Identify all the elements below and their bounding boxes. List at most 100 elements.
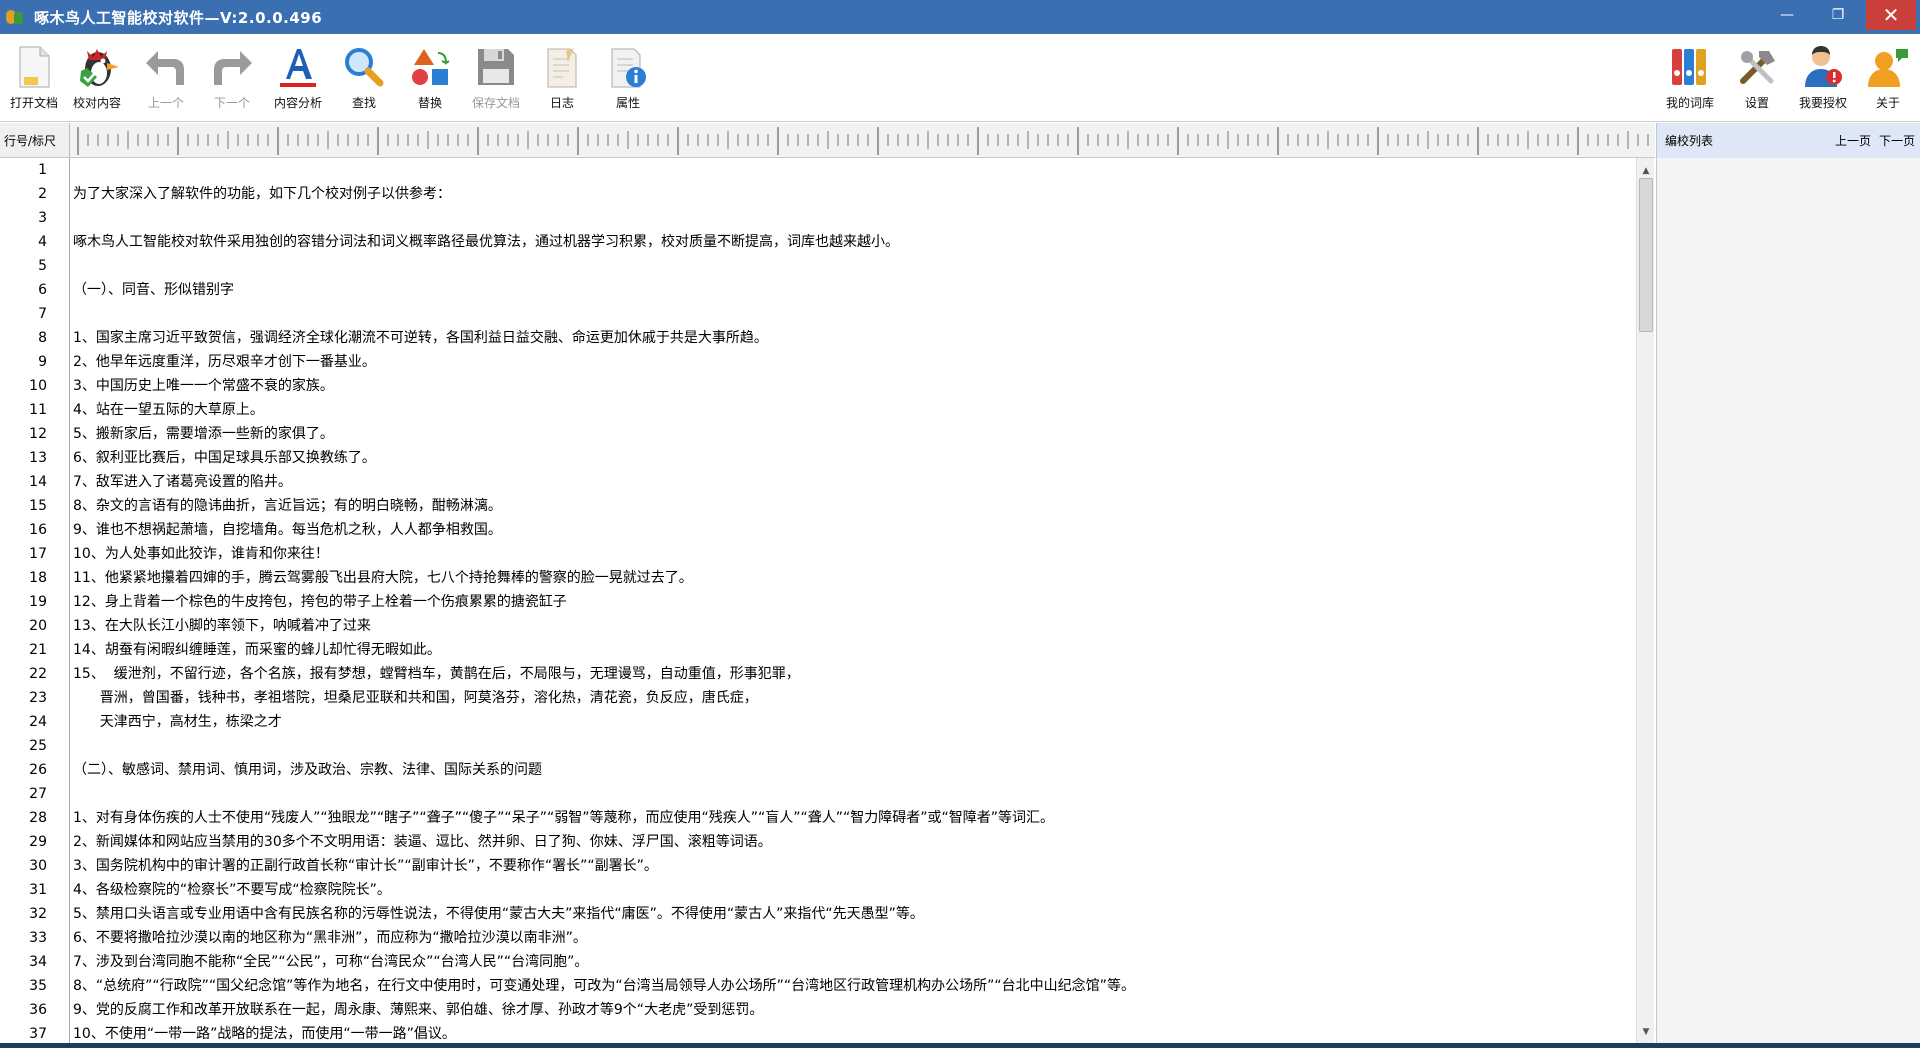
line-number: 32 [29, 906, 47, 922]
text-line[interactable]: 1、对有身体伤疾的人士不使用“残废人”“独眼龙”“瞎子”“聋子”“傻子”“呆子”… [71, 806, 1636, 830]
line-number: 6 [38, 282, 47, 298]
text-line[interactable]: 7、涉及到台湾同胞不能称“全民”“公民”，可称“台湾民众”“台湾人民”“台湾同胞… [71, 950, 1636, 974]
settings-button[interactable]: 设置 [1724, 44, 1790, 120]
line-number: 21 [29, 642, 47, 658]
proofread-content-button[interactable]: 校对内容 [64, 44, 130, 120]
gutter-header: 行号/标尺 [0, 123, 70, 158]
text-line[interactable]: 2、他早年远度重洋，历尽艰辛才创下一番基业。 [71, 350, 1636, 374]
authorize-button[interactable]: 我要授权 [1790, 44, 1856, 120]
text-line[interactable] [71, 302, 1636, 326]
text-line[interactable]: 13、在大队长江小脚的率领下，呐喊着冲了过来 [71, 614, 1636, 638]
text-line[interactable]: 7、敌军进入了诸葛亮设置的陷井。 [71, 470, 1636, 494]
text-line[interactable]: 9、谁也不想祸起萧墙，自挖墙角。每当危机之秋，人人都争相救国。 [71, 518, 1636, 542]
text-line[interactable] [71, 206, 1636, 230]
text-line[interactable]: 3、国务院机构中的审计署的正副行政首长称“审计长”“副审计长”，不要称作“署长”… [71, 854, 1636, 878]
log-icon [538, 44, 586, 90]
side-panel-header: 编校列表 上一页 下一页 [1656, 123, 1920, 158]
line-number: 28 [29, 810, 47, 826]
text-line[interactable]: 6、不要将撒哈拉沙漠以南的地区称为“黑非洲”，而应称为“撒哈拉沙漠以南非洲”。 [71, 926, 1636, 950]
line-number: 26 [29, 762, 47, 778]
line-number: 19 [29, 594, 47, 610]
line-number: 7 [38, 306, 47, 322]
text-line[interactable]: （一）、同音、形似错别字 [71, 278, 1636, 302]
text-line[interactable] [71, 158, 1636, 182]
text-line[interactable]: 10、不使用“一带一路”战略的提法，而使用“一带一路”倡议。 [71, 1022, 1636, 1043]
text-line[interactable]: 2、新闻媒体和网站应当禁用的30多个不文明用语：装逼、逗比、然并卵、日了狗、你妹… [71, 830, 1636, 854]
log-button[interactable]: 日志 [529, 44, 595, 120]
about-button[interactable]: 关于 [1855, 44, 1920, 120]
content-analysis-icon [274, 44, 322, 90]
text-line[interactable]: 10、为人处事如此狡诈，谁肯和你来往！ [71, 542, 1636, 566]
document-editor[interactable]: 为了大家深入了解软件的功能，如下几个校对例子以供参考： 啄木鸟人工智能校对软件采用… [71, 158, 1636, 1043]
next-button[interactable]: 下一个 [199, 44, 265, 120]
my-dictionary-label: 我的词库 [1665, 96, 1714, 110]
text-line[interactable]: （二）、敏感词、禁用词、慎用词，涉及政治、宗教、法律、国际关系的问题 [71, 758, 1636, 782]
app-logo-icon [4, 6, 26, 28]
replace-label: 替换 [417, 96, 442, 110]
text-line[interactable]: 8、杂文的言语有的隐讳曲折，言近旨远；有的明白晓畅，酣畅淋漓。 [71, 494, 1636, 518]
taskbar-strip [0, 1043, 1920, 1048]
ruler [70, 123, 1655, 158]
line-number: 36 [29, 1002, 47, 1018]
text-line[interactable] [71, 734, 1636, 758]
line-number: 12 [29, 426, 47, 442]
text-line[interactable]: 9、党的反腐工作和改革开放联系在一起，周永康、薄熙来、郭伯雄、徐才厚、孙政才等9… [71, 998, 1636, 1022]
text-line[interactable]: 1、国家主席习近平致贺信，强调经济全球化潮流不可逆转，各国利益日益交融、命运更加… [71, 326, 1636, 350]
previous-button[interactable]: 上一个 [133, 44, 199, 120]
save-document-button[interactable]: 保存文档 [463, 44, 529, 120]
toolbar: 打开文档 校对内容 上一个 下一个 内容分析 查找 替换 保存文档 日志 属性 … [0, 34, 1920, 122]
properties-label: 属性 [615, 96, 640, 110]
edit-list-panel [1656, 158, 1920, 1043]
text-line[interactable]: 为了大家深入了解软件的功能，如下几个校对例子以供参考： [71, 182, 1636, 206]
text-line[interactable]: 14、胡蚕有闲暇纠缠睡莲，而采蜜的蜂儿却忙得无暇如此。 [71, 638, 1636, 662]
line-number: 14 [29, 474, 47, 490]
content-analysis-button[interactable]: 内容分析 [265, 44, 331, 120]
line-number: 30 [29, 858, 47, 874]
line-number: 33 [29, 930, 47, 946]
text-line[interactable] [71, 254, 1636, 278]
properties-button[interactable]: 属性 [595, 44, 661, 120]
line-number: 17 [29, 546, 47, 562]
search-button[interactable]: 查找 [331, 44, 397, 120]
side-panel-next-page[interactable]: 下一页 [1879, 132, 1915, 149]
open-document-button[interactable]: 打开文档 [1, 44, 67, 120]
text-line[interactable]: 4、各级检察院的“检察长”不要写成“检察院院长”。 [71, 878, 1636, 902]
maximize-button[interactable]: ❐ [1816, 0, 1860, 30]
open-document-icon [10, 44, 58, 90]
line-number-gutter: 1 2 3 4 5 6 7 8 9 10 11 12 13 14 15 16 17 18 19 20 21 22 23 24 2… [0, 158, 70, 1043]
about-user-icon [1864, 44, 1912, 90]
scroll-down-arrow-icon[interactable]: ▼ [1637, 1023, 1655, 1041]
line-number: 11 [29, 402, 47, 418]
text-line[interactable]: 11、他紧紧地攥着四婶的手，腾云驾雾般飞出县府大院，七八个持抢舞棒的警察的脸一晃… [71, 566, 1636, 590]
title-bar: 啄木鸟人工智能校对软件—V:2.0.0.496 — ❐ ✕ [0, 0, 1920, 34]
text-line[interactable]: 啄木鸟人工智能校对软件采用独创的容错分词法和词义概率路径最优算法，通过机器学习积… [71, 230, 1636, 254]
line-number: 34 [29, 954, 47, 970]
text-line[interactable]: 6、叙利亚比赛后，中国足球具乐部又换教练了。 [71, 446, 1636, 470]
line-number: 1 [38, 162, 47, 178]
minimize-button[interactable]: — [1765, 0, 1809, 30]
text-line[interactable]: 12、身上背着一个棕色的牛皮挎包，挎包的带子上栓着一个伤痕累累的搪瓷缸子 [71, 590, 1636, 614]
text-line[interactable]: 5、禁用口头语言或专业用语中含有民族名称的污辱性说法，不得使用“蒙古大夫”来指代… [71, 902, 1636, 926]
replace-icon [406, 44, 454, 90]
side-panel-prev-page[interactable]: 上一页 [1835, 132, 1871, 149]
text-line[interactable]: 3、中国历史上唯一一个常盛不衰的家族。 [71, 374, 1636, 398]
text-line[interactable]: 5、搬新家后，需要增添一些新的家俱了。 [71, 422, 1636, 446]
text-line[interactable] [71, 782, 1636, 806]
text-line[interactable]: 天津西宁，高材生，栋梁之才 [71, 710, 1636, 734]
my-dictionary-button[interactable]: 我的词库 [1657, 44, 1723, 120]
close-button[interactable]: ✕ [1866, 0, 1916, 30]
editor-vertical-scrollbar[interactable]: ▲ ▼ [1636, 158, 1654, 1043]
authorize-label: 我要授权 [1798, 96, 1847, 110]
line-number: 35 [29, 978, 47, 994]
line-number: 37 [29, 1026, 47, 1042]
text-line[interactable]: 4、站在一望五际的大草原上。 [71, 398, 1636, 422]
about-label: 关于 [1875, 96, 1900, 110]
line-number: 5 [38, 258, 47, 274]
content-analysis-label: 内容分析 [273, 96, 322, 110]
replace-button[interactable]: 替换 [397, 44, 463, 120]
scroll-thumb[interactable] [1639, 178, 1653, 332]
text-line[interactable]: 15、 缓泄剂，不留行迹，各个名族，报有梦想，螳臂档车，黄鹊在后，不局限与，无理… [71, 662, 1636, 686]
text-line[interactable]: 8、“总统府”“行政院”“国父纪念馆”等作为地名，在行文中使用时，可变通处理，可… [71, 974, 1636, 998]
text-line[interactable]: 晋洲，曾国番，钱种书，孝祖塔院，坦桑尼亚联和共和国，阿莫洛芬，溶化热，清花瓷，负… [71, 686, 1636, 710]
line-number: 29 [29, 834, 47, 850]
